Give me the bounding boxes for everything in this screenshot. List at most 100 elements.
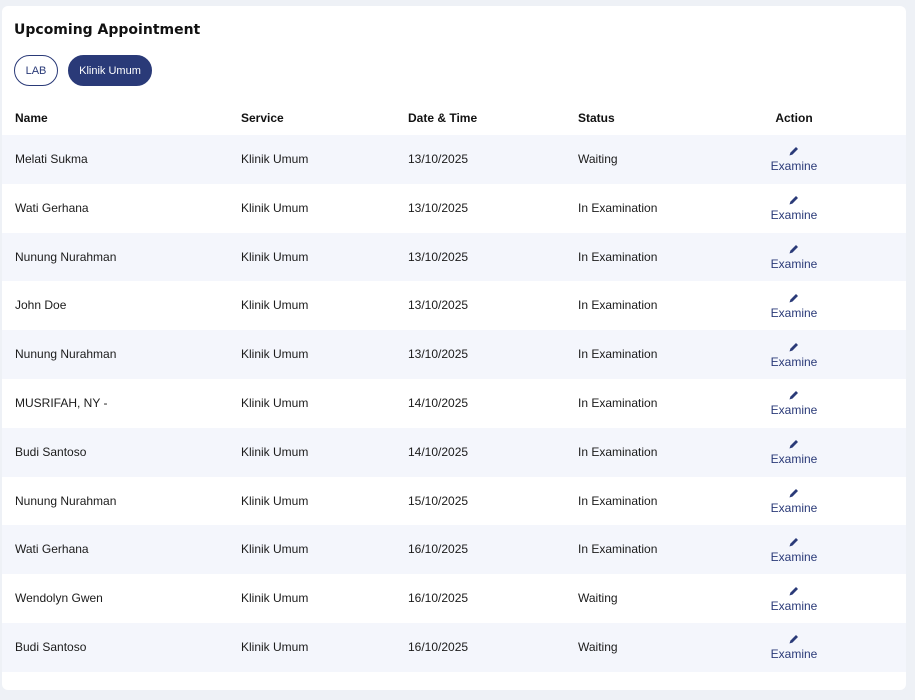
status-text: In Examination <box>578 542 658 557</box>
column-header-action: Action <box>775 111 813 125</box>
patient-name: Nunung Nurahman <box>15 347 117 362</box>
table-row: Wendolyn Gwen Klinik Umum 16/10/2025 Wai… <box>2 574 906 623</box>
table-header: Name Service Date & Time Status Action <box>2 102 906 135</box>
status-text: In Examination <box>578 200 658 215</box>
patient-name: Wati Gerhana <box>15 200 89 215</box>
service-name: Klinik Umum <box>241 591 309 606</box>
pencil-icon <box>789 635 798 644</box>
appointment-date: 13/10/2025 <box>408 200 469 215</box>
pencil-icon <box>789 440 798 449</box>
examine-label: Examine <box>770 647 818 662</box>
appointment-date: 13/10/2025 <box>408 347 469 362</box>
pencil-icon <box>789 488 798 498</box>
service-name: Klinik Umum <box>241 152 309 166</box>
examine-label: Examine <box>770 354 818 369</box>
service-name: Klinik Umum <box>241 395 309 410</box>
patient-name: Budi Santoso <box>15 444 87 459</box>
service-name: Klinik Umum <box>241 249 309 264</box>
patient-name: Wendolyn Gwen <box>15 591 103 606</box>
examine-button[interactable]: Examine <box>744 184 844 233</box>
examine-label: Examine <box>770 403 818 418</box>
service-name: Klinik Umum <box>241 298 309 313</box>
patient-name: MUSRIFAH, NY - <box>15 395 108 410</box>
table-row: Wati Gerhana Klinik Umum 16/10/2025 In E… <box>2 525 906 575</box>
column-header-name[interactable]: Name <box>15 102 48 135</box>
table-row: Nunung Nurahman Klinik Umum 13/10/2025 I… <box>2 232 906 282</box>
status-text: Waiting <box>578 639 618 654</box>
pencil-icon <box>789 342 798 352</box>
examine-label: Examine <box>770 256 818 271</box>
status-text: In Examination <box>578 493 658 508</box>
examine-label: Examine <box>770 598 818 613</box>
table-row: Budi Santoso Klinik Umum 14/10/2025 In E… <box>2 427 906 477</box>
table-row: Budi Santoso Klinik Umum 16/10/2025 Wait… <box>2 622 906 672</box>
column-header-status[interactable]: Status <box>578 102 615 135</box>
status-text: In Examination <box>578 298 658 313</box>
service-name: Klinik Umum <box>241 639 309 654</box>
service-name: Klinik Umum <box>241 444 309 459</box>
table-row: Nunung Nurahman Klinik Umum 15/10/2025 I… <box>2 476 906 526</box>
appointment-date: 13/10/2025 <box>408 152 469 166</box>
examine-button[interactable]: Examine <box>744 525 844 574</box>
patient-name: Nunung Nurahman <box>15 249 117 264</box>
service-name: Klinik Umum <box>241 542 309 557</box>
pencil-icon <box>789 196 798 205</box>
pencil-icon <box>789 293 798 303</box>
examine-button[interactable]: Examine <box>744 623 844 672</box>
examine-label: Examine <box>770 452 818 467</box>
service-name: Klinik Umum <box>241 493 309 508</box>
patient-name: Budi Santoso <box>15 639 87 654</box>
examine-button[interactable]: Examine <box>744 281 844 330</box>
table-row: MUSRIFAH, NY - Klinik Umum 14/10/2025 In… <box>2 378 906 428</box>
status-text: In Examination <box>578 395 658 410</box>
appointment-date: 14/10/2025 <box>408 444 469 459</box>
appointment-date: 16/10/2025 <box>408 591 469 606</box>
examine-button[interactable]: Examine <box>744 330 844 379</box>
examine-label: Examine <box>770 549 818 564</box>
appointment-date: 13/10/2025 <box>408 249 469 264</box>
column-header-date-time[interactable]: Date & Time <box>408 102 477 135</box>
patient-name: John Doe <box>15 298 67 313</box>
pencil-icon <box>789 147 798 156</box>
pencil-icon <box>789 391 798 400</box>
service-name: Klinik Umum <box>241 200 309 215</box>
service-name: Klinik Umum <box>241 347 309 362</box>
patient-name: Wati Gerhana <box>15 542 89 557</box>
tab-klinik-umum[interactable]: Klinik Umum <box>68 55 152 86</box>
examine-label: Examine <box>770 159 818 174</box>
status-text: In Examination <box>578 444 658 459</box>
examine-button[interactable]: Examine <box>744 477 844 526</box>
status-text: Waiting <box>578 591 618 606</box>
pencil-icon <box>789 586 798 596</box>
table-row: Nunung Nurahman Klinik Umum 13/10/2025 I… <box>2 330 906 379</box>
pencil-icon <box>789 244 798 254</box>
examine-label: Examine <box>770 305 818 320</box>
status-text: In Examination <box>578 347 658 362</box>
pencil-icon <box>789 537 798 547</box>
appointment-date: 13/10/2025 <box>408 298 469 313</box>
appointment-date: 14/10/2025 <box>408 395 469 410</box>
appointment-card: Upcoming Appointment LAB Klinik Umum Nam… <box>2 6 906 690</box>
patient-name: Nunung Nurahman <box>15 493 117 508</box>
status-text: Waiting <box>578 152 618 166</box>
status-text: In Examination <box>578 249 658 264</box>
column-header-service[interactable]: Service <box>241 102 284 135</box>
appointment-date: 15/10/2025 <box>408 493 469 508</box>
appointment-date: 16/10/2025 <box>408 542 469 557</box>
examine-label: Examine <box>770 500 818 515</box>
table-row: John Doe Klinik Umum 13/10/2025 In Exami… <box>2 281 906 331</box>
examine-button[interactable]: Examine <box>744 574 844 623</box>
examine-button[interactable]: Examine <box>744 428 844 477</box>
page-title: Upcoming Appointment <box>14 22 201 38</box>
examine-button[interactable]: Examine <box>744 233 844 282</box>
table-row: Wati Gerhana Klinik Umum 13/10/2025 In E… <box>2 183 906 233</box>
table-row: Melati Sukma Klinik Umum 13/10/2025 Wait… <box>2 135 906 184</box>
tab-lab[interactable]: LAB <box>14 55 58 86</box>
examine-label: Examine <box>770 208 818 223</box>
appointment-table-body: Melati Sukma Klinik Umum 13/10/2025 Wait… <box>2 135 906 672</box>
appointment-date: 16/10/2025 <box>408 639 469 654</box>
patient-name: Melati Sukma <box>15 152 88 166</box>
filter-tabs: LAB Klinik Umum <box>14 55 152 86</box>
examine-button[interactable]: Examine <box>744 379 844 428</box>
examine-button[interactable]: Examine <box>744 135 844 184</box>
